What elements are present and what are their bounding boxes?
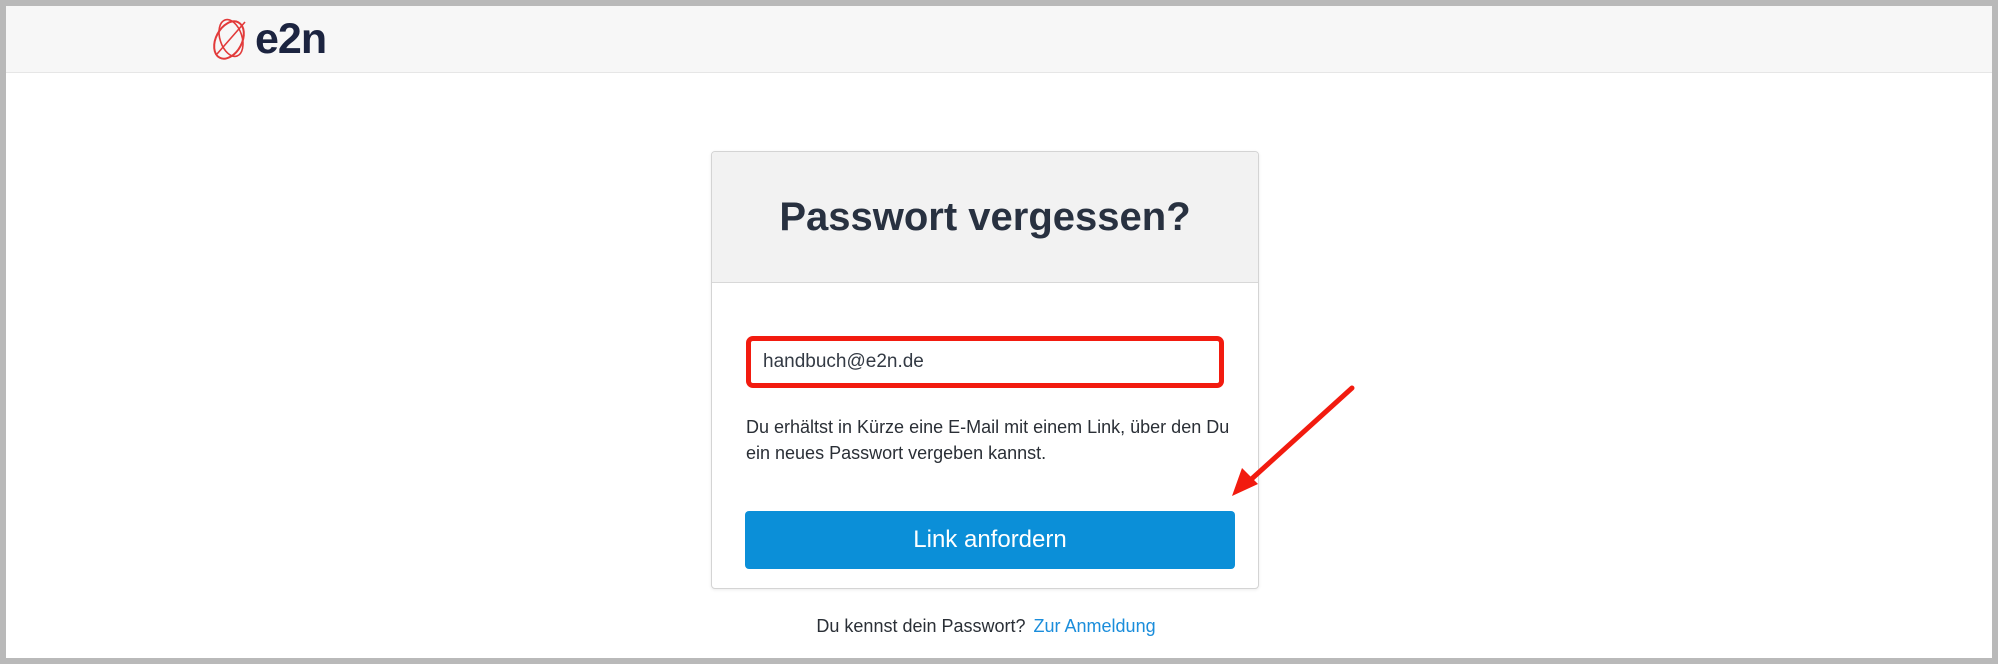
top-navigation-bar: e2n bbox=[6, 6, 1992, 73]
login-prompt: Du kennst dein Passwort? Zur Anmeldung bbox=[6, 616, 1966, 637]
e2n-logo-mark-icon bbox=[213, 18, 246, 60]
info-text: Du erhältst in Kürze eine E-Mail mit ein… bbox=[746, 417, 1230, 463]
logo-text: e2n bbox=[255, 14, 327, 63]
request-link-button[interactable]: Link anfordern bbox=[745, 511, 1235, 569]
login-question-text: Du kennst dein Passwort? bbox=[816, 616, 1026, 636]
login-link[interactable]: Zur Anmeldung bbox=[1034, 616, 1156, 636]
e2n-logo[interactable]: e2n bbox=[211, 13, 327, 65]
page-viewport: e2n Passwort vergessen? Du erhältst in K… bbox=[6, 6, 1992, 658]
page-title: Passwort vergessen? bbox=[779, 194, 1191, 239]
card-header: Passwort vergessen? bbox=[712, 152, 1258, 283]
email-field[interactable] bbox=[746, 336, 1224, 388]
forgot-password-card: Passwort vergessen? Du erhältst in Kürze… bbox=[711, 151, 1259, 589]
